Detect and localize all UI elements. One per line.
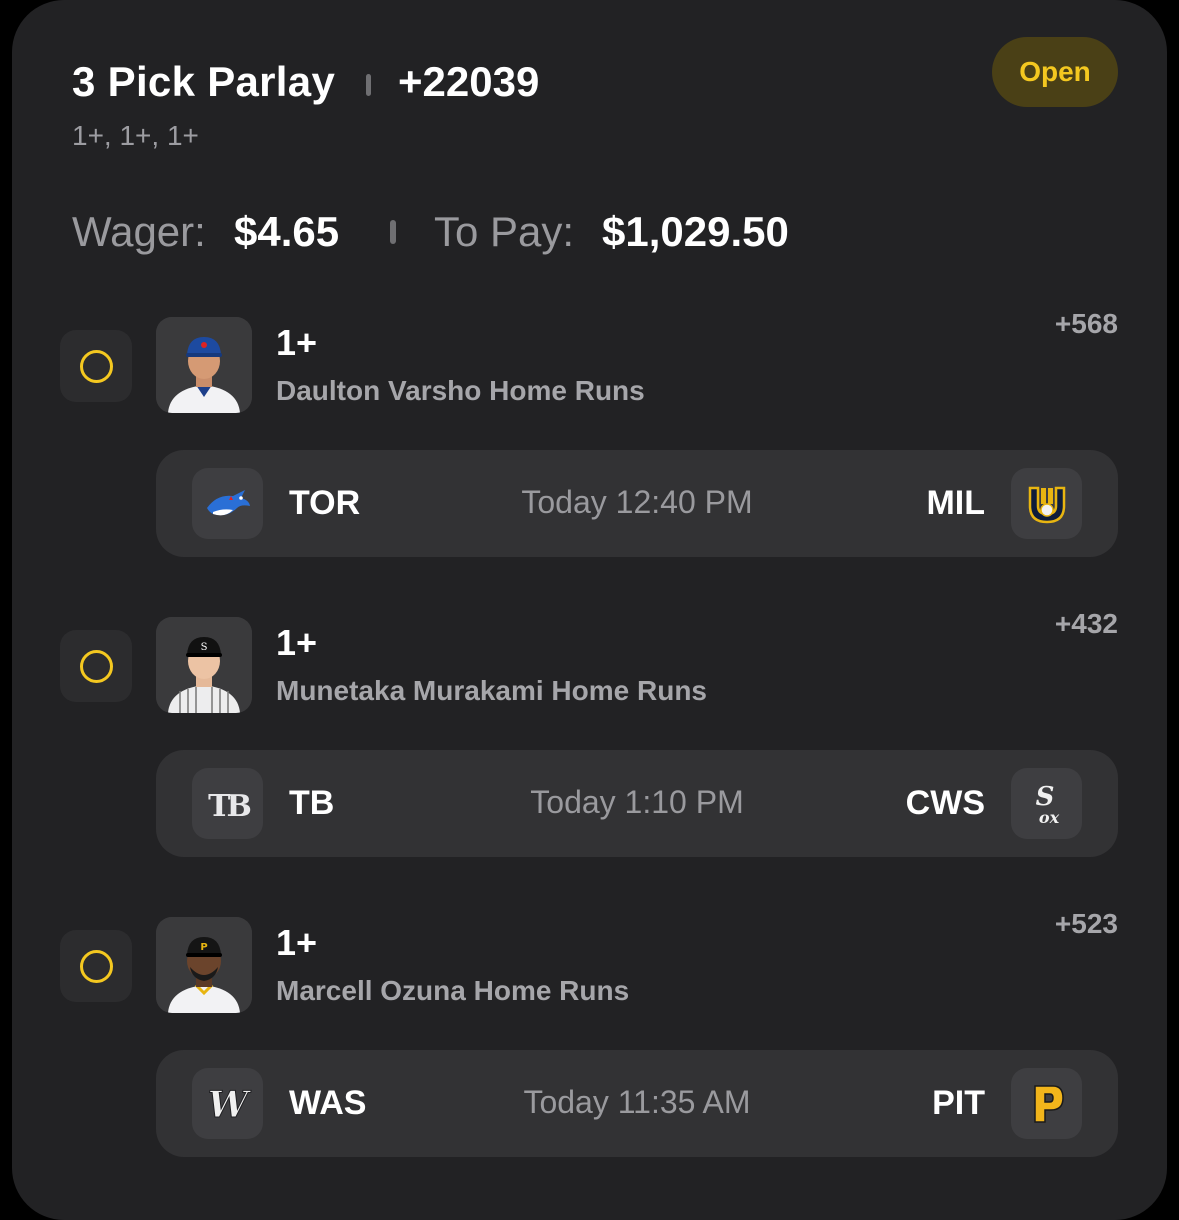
pick-market: Daulton Varsho Home Runs: [276, 375, 645, 406]
svg-text:S: S: [201, 642, 208, 653]
parlay-title: 3 Pick Parlay: [72, 58, 336, 105]
pick-item[interactable]: P 1+ Marcell Ozuna Home Runs +523 W WAS …: [12, 900, 1167, 1200]
pick-market: Munetaka Murakami Home Runs: [276, 675, 707, 706]
game-row[interactable]: TB TB Today 1:10 PM CWS S ox: [156, 750, 1118, 857]
pick-status-indicator: [60, 930, 132, 1002]
pick-odds: +523: [1054, 908, 1118, 939]
brewers-logo-icon: [1011, 468, 1082, 539]
wager-label: Wager:: [72, 208, 206, 255]
game-row[interactable]: W WAS Today 11:35 AM PIT: [156, 1050, 1118, 1157]
wager-divider: [390, 220, 396, 244]
pick-line: 1+: [276, 622, 318, 663]
svg-text:ox: ox: [1038, 808, 1059, 827]
parlay-odds: +22039: [398, 58, 540, 105]
pirates-logo-icon: [1011, 1068, 1082, 1139]
parlay-card[interactable]: 3 Pick Parlay +22039 1+, 1+, 1+ Open Wag…: [12, 0, 1167, 1220]
pick-status-indicator: [60, 630, 132, 702]
pick-line: 1+: [276, 322, 318, 363]
parlay-subtitle: 1+, 1+, 1+: [72, 120, 199, 151]
pick-status-indicator: [60, 330, 132, 402]
header-divider: [366, 74, 371, 96]
home-team-abbr: MIL: [926, 484, 985, 522]
player-headshot: P: [156, 917, 252, 1013]
pick-item[interactable]: 1+ Daulton Varsho Home Runs +568 TOR Tod…: [12, 300, 1167, 600]
pending-circle-icon: [79, 649, 113, 683]
game-row[interactable]: TOR Today 12:40 PM MIL: [156, 450, 1118, 557]
white-sox-logo-icon: S ox: [1011, 768, 1082, 839]
to-pay-value: $1,029.50: [602, 208, 789, 255]
home-team-abbr: PIT: [932, 1084, 985, 1122]
to-pay-label: To Pay:: [434, 208, 575, 255]
pick-odds: +432: [1054, 608, 1118, 639]
svg-text:P: P: [200, 942, 207, 953]
home-team-abbr: CWS: [905, 784, 985, 822]
status-badge: Open: [992, 37, 1118, 107]
pick-odds: +568: [1054, 308, 1118, 339]
pick-item[interactable]: S 1+ Munetaka Murakami Home Runs +432 TB…: [12, 600, 1167, 900]
pending-circle-icon: [79, 349, 113, 383]
pending-circle-icon: [79, 949, 113, 983]
pick-line: 1+: [276, 922, 318, 963]
wager-value: $4.65: [234, 208, 340, 255]
pick-market: Marcell Ozuna Home Runs: [276, 975, 630, 1006]
player-headshot: [156, 317, 252, 413]
player-headshot: S: [156, 617, 252, 713]
